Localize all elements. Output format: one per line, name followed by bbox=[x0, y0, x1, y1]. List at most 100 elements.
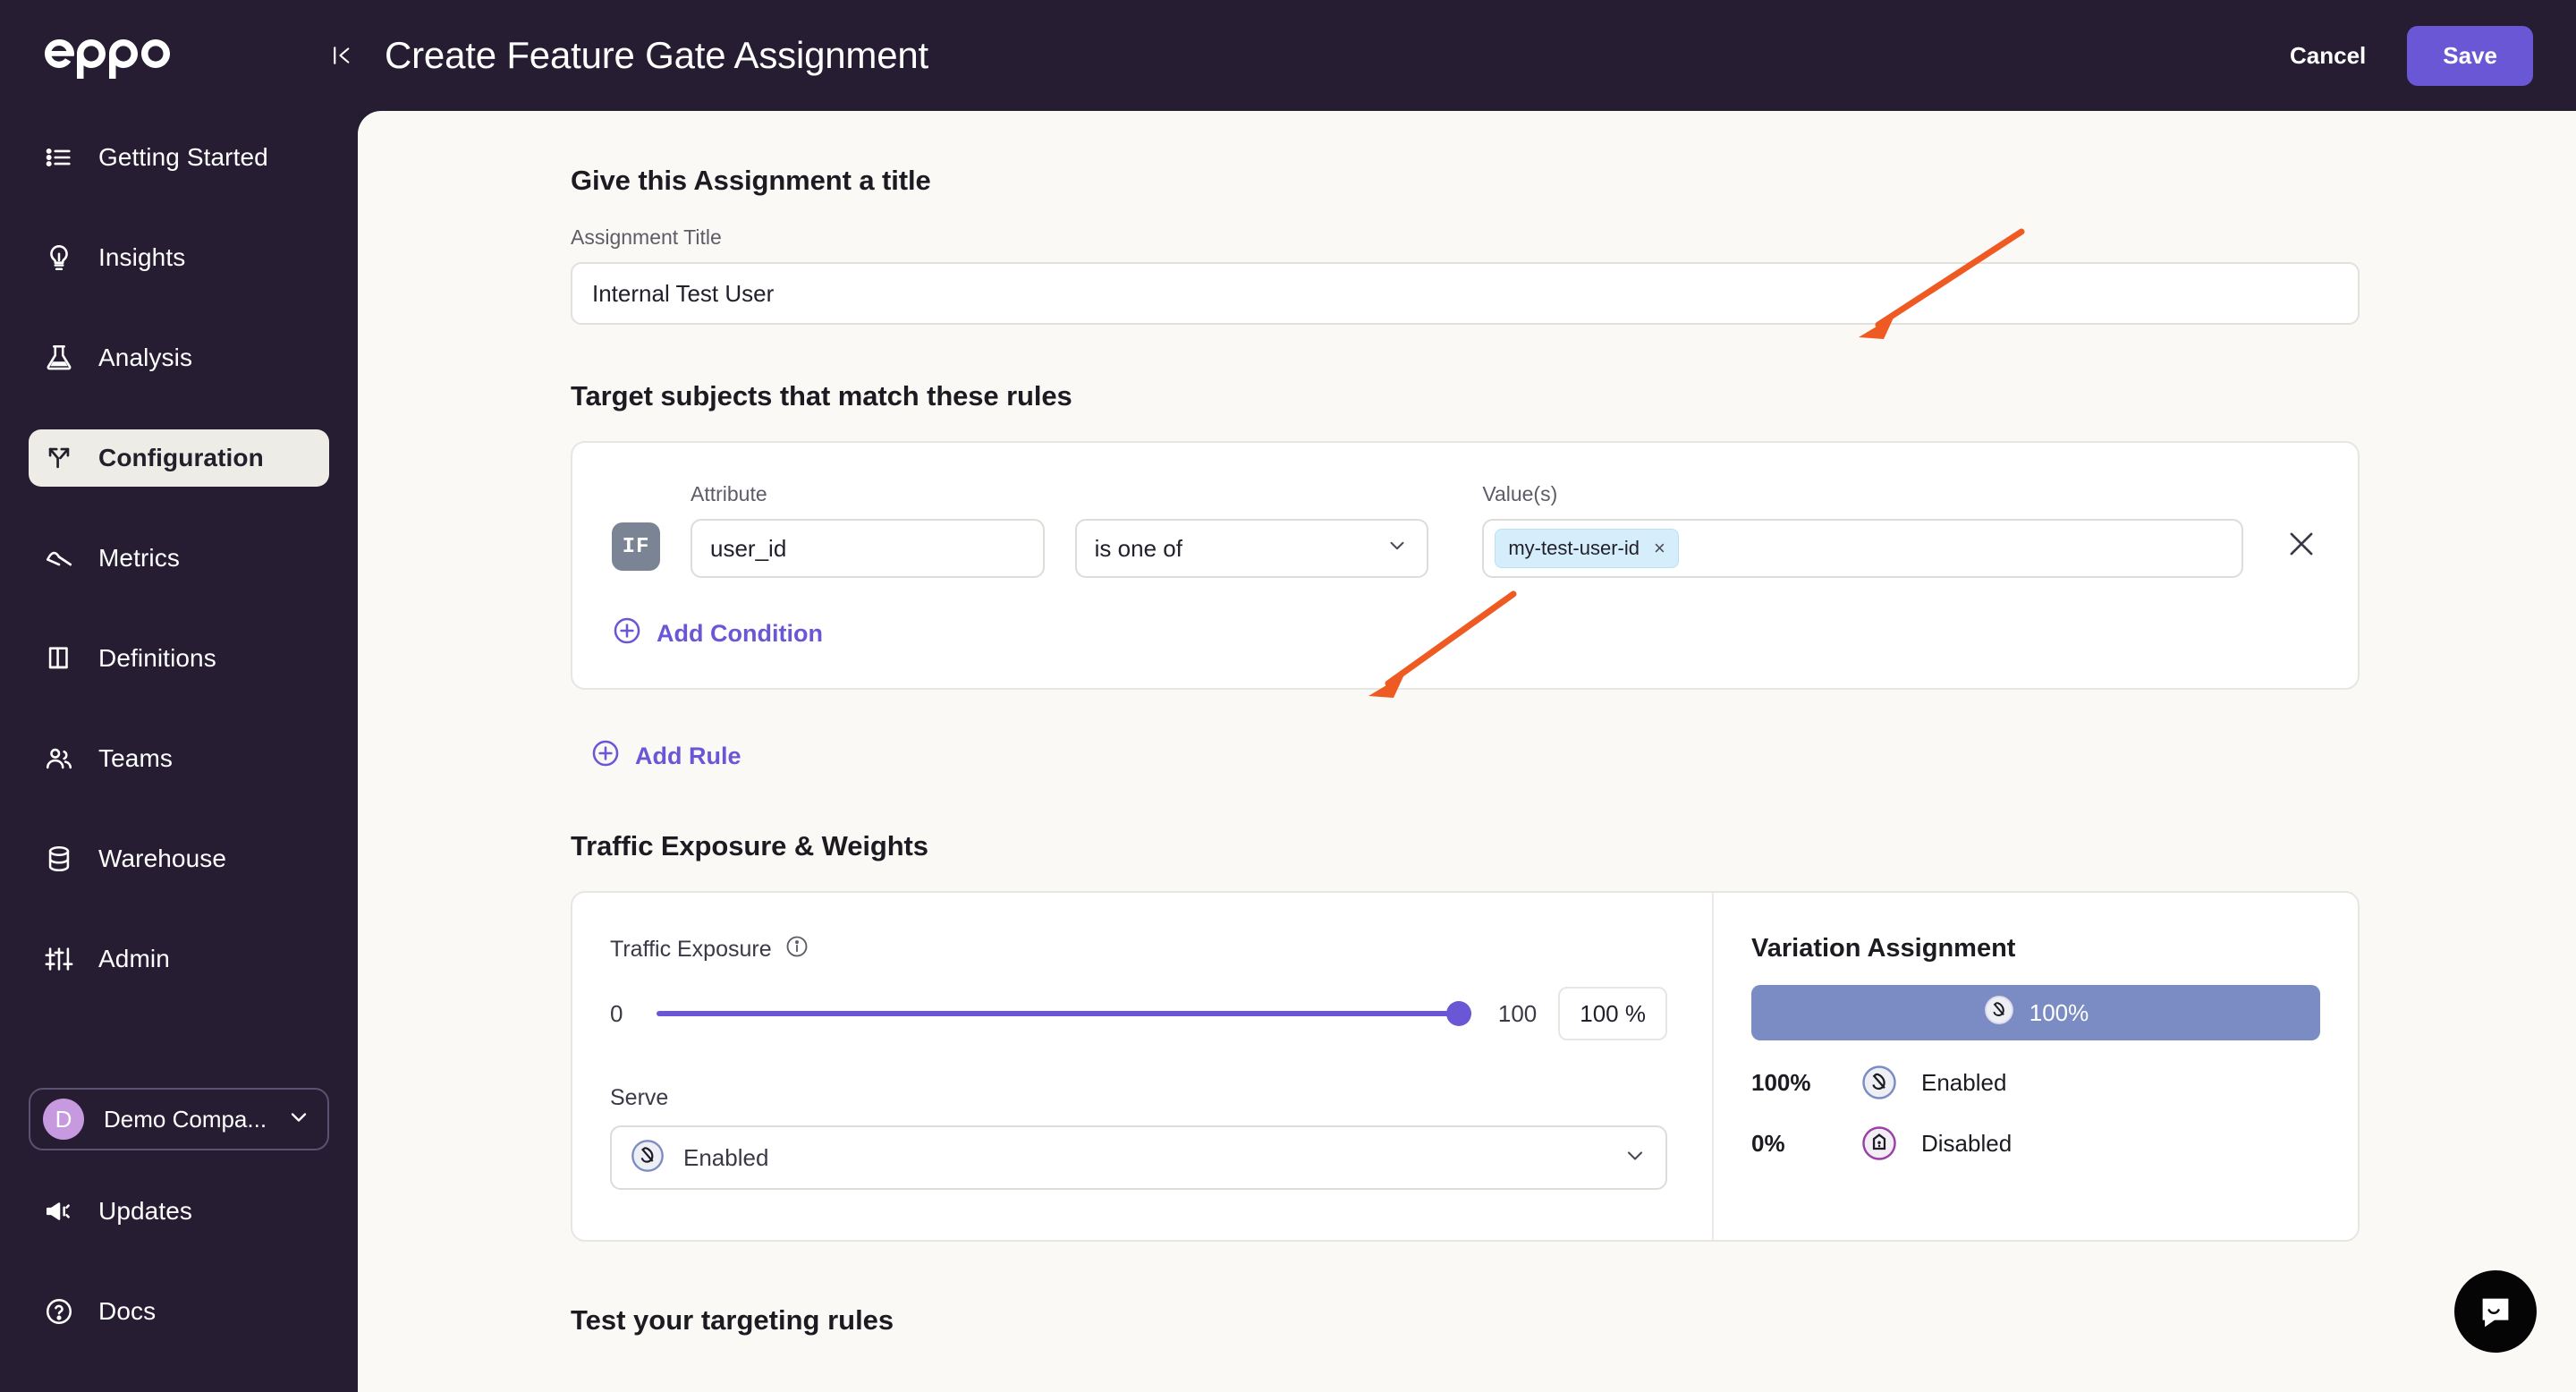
serve-select[interactable]: Enabled bbox=[610, 1125, 1667, 1190]
sidebar-item-teams[interactable]: Teams bbox=[29, 730, 329, 787]
serve-value: Enabled bbox=[683, 1143, 769, 1171]
traffic-percent-input[interactable]: 100 % bbox=[1558, 987, 1667, 1040]
traffic-card: Traffic Exposure 0 100 100 % Serve Enabl… bbox=[571, 891, 2360, 1242]
save-button[interactable]: Save bbox=[2407, 25, 2533, 86]
people-icon bbox=[43, 743, 75, 775]
add-condition-button[interactable]: Add Condition bbox=[612, 615, 823, 652]
test-rules-heading: Test your targeting rules bbox=[571, 1304, 894, 1336]
info-icon[interactable] bbox=[784, 934, 809, 965]
sidebar-footer: D Demo Compa... Updates Docs bbox=[0, 1088, 358, 1392]
chevron-down-icon bbox=[1623, 1143, 1648, 1173]
variation-bar-label: 100% bbox=[2029, 998, 2089, 1026]
collapse-panel-icon[interactable] bbox=[327, 36, 358, 75]
org-name: Demo Compa... bbox=[104, 1105, 267, 1133]
cancel-button[interactable]: Cancel bbox=[2267, 30, 2389, 82]
page-header: Create Feature Gate Assignment Cancel Sa… bbox=[358, 0, 2576, 111]
variation-bar: 100% bbox=[1751, 985, 2320, 1040]
chevron-down-icon bbox=[286, 1105, 311, 1134]
attribute-input[interactable]: user_id bbox=[691, 519, 1045, 578]
sidebar-item-label: Insights bbox=[98, 243, 186, 271]
slider-value-label: 100 bbox=[1497, 999, 1538, 1027]
list-icon bbox=[43, 141, 75, 174]
traffic-slider[interactable] bbox=[657, 1000, 1471, 1027]
serve-label: Serve bbox=[610, 1085, 669, 1110]
megaphone-icon bbox=[43, 1195, 75, 1227]
value-chip[interactable]: my-test-user-id × bbox=[1495, 529, 1679, 568]
variation-name: Disabled bbox=[1921, 1129, 2012, 1157]
close-icon[interactable]: × bbox=[1654, 539, 1665, 558]
sidebar-item-warehouse[interactable]: Warehouse bbox=[29, 830, 329, 887]
variation-percent: 0% bbox=[1751, 1129, 1785, 1157]
lightbulb-icon bbox=[43, 242, 75, 274]
assignment-title-input[interactable] bbox=[571, 262, 2360, 325]
variation-percent: 100% bbox=[1751, 1068, 1811, 1096]
content-scroller: Give this Assignment a title Assignment … bbox=[358, 111, 2576, 1337]
values-field: Value(s) my-test-user-id × bbox=[1482, 482, 2243, 578]
sidebar-header bbox=[0, 0, 358, 111]
variation-assignment-pane: Variation Assignment 100% 100% Enabled 0… bbox=[1714, 893, 2358, 1240]
sidebar-item-label: Teams bbox=[98, 744, 173, 772]
variation-row: 100% Enabled bbox=[1751, 1064, 2320, 1101]
main-area: Create Feature Gate Assignment Cancel Sa… bbox=[358, 0, 2576, 1392]
sidebar-item-label: Definitions bbox=[98, 644, 216, 672]
sidebar-item-label: Updates bbox=[98, 1197, 192, 1225]
plus-circle-icon bbox=[590, 738, 621, 775]
operator-field: is one of bbox=[1074, 519, 1429, 578]
enabled-variation-icon bbox=[630, 1138, 665, 1178]
traffic-slider-row: 0 100 100 % bbox=[610, 987, 1667, 1040]
sidebar-item-label: Admin bbox=[98, 945, 170, 972]
enabled-variation-icon bbox=[1860, 1064, 1898, 1101]
intercom-chat-icon[interactable] bbox=[2454, 1270, 2537, 1353]
page-content: Give this Assignment a title Assignment … bbox=[358, 111, 2576, 1392]
slider-knob[interactable] bbox=[1445, 1001, 1471, 1026]
sidebar-item-insights[interactable]: Insights bbox=[29, 229, 329, 286]
page-title: Create Feature Gate Assignment bbox=[385, 34, 928, 76]
sidebar-item-label: Configuration bbox=[98, 444, 264, 471]
form-container: Give this Assignment a title Assignment … bbox=[571, 165, 2360, 1337]
traffic-left-pane: Traffic Exposure 0 100 100 % Serve Enabl… bbox=[572, 893, 1714, 1240]
question-circle-icon bbox=[43, 1295, 75, 1328]
values-input[interactable]: my-test-user-id × bbox=[1482, 519, 2243, 578]
value-chip-label: my-test-user-id bbox=[1508, 537, 1640, 559]
sidebar-item-getting-started[interactable]: Getting Started bbox=[29, 129, 329, 186]
sidebar-item-label: Getting Started bbox=[98, 143, 268, 171]
sidebar-item-metrics[interactable]: Metrics bbox=[29, 530, 329, 587]
add-condition-label: Add Condition bbox=[657, 620, 823, 647]
sidebar: Getting Started Insights Analysis Config… bbox=[0, 0, 358, 1392]
sidebar-item-admin[interactable]: Admin bbox=[29, 930, 329, 988]
traffic-exposure-label: Traffic Exposure bbox=[610, 934, 1667, 965]
traffic-heading: Traffic Exposure & Weights bbox=[571, 830, 928, 862]
disabled-variation-icon bbox=[1860, 1125, 1898, 1162]
chart-line-icon bbox=[43, 542, 75, 574]
database-icon bbox=[43, 843, 75, 875]
variation-row: 0% Disabled bbox=[1751, 1125, 2320, 1162]
enabled-variation-icon bbox=[1983, 994, 2015, 1032]
sliders-icon bbox=[43, 943, 75, 975]
slider-fill bbox=[657, 1011, 1471, 1016]
attribute-field: Attribute user_id bbox=[691, 482, 1045, 578]
sidebar-item-configuration[interactable]: Configuration bbox=[29, 429, 329, 487]
add-rule-button[interactable]: Add Rule bbox=[590, 738, 741, 775]
plus-circle-icon bbox=[612, 615, 642, 652]
sidebar-nav: Getting Started Insights Analysis Config… bbox=[0, 129, 358, 988]
sidebar-item-docs[interactable]: Docs bbox=[29, 1283, 329, 1340]
rule-card: IF Attribute user_id is one of Value(s) … bbox=[571, 441, 2360, 690]
variation-name: Enabled bbox=[1921, 1068, 2007, 1096]
sidebar-item-analysis[interactable]: Analysis bbox=[29, 329, 329, 386]
condition-row: IF Attribute user_id is one of Value(s) … bbox=[612, 482, 2318, 578]
slider-min-label: 0 bbox=[610, 999, 623, 1027]
sidebar-item-label: Docs bbox=[98, 1297, 157, 1325]
branch-icon bbox=[43, 442, 75, 474]
sidebar-item-label: Metrics bbox=[98, 544, 180, 572]
sidebar-item-updates[interactable]: Updates bbox=[29, 1183, 329, 1240]
remove-condition-button[interactable] bbox=[2284, 527, 2318, 565]
assignment-title-label: Assignment Title bbox=[571, 225, 722, 249]
sidebar-item-definitions[interactable]: Definitions bbox=[29, 630, 329, 687]
eppo-logo bbox=[39, 32, 193, 79]
book-icon bbox=[43, 642, 75, 675]
variation-assignment-title: Variation Assignment bbox=[1751, 934, 2016, 963]
flask-icon bbox=[43, 342, 75, 374]
operator-select[interactable]: is one of bbox=[1074, 519, 1429, 578]
org-switcher[interactable]: D Demo Compa... bbox=[29, 1088, 329, 1150]
target-rules-heading: Target subjects that match these rules bbox=[571, 380, 1072, 412]
